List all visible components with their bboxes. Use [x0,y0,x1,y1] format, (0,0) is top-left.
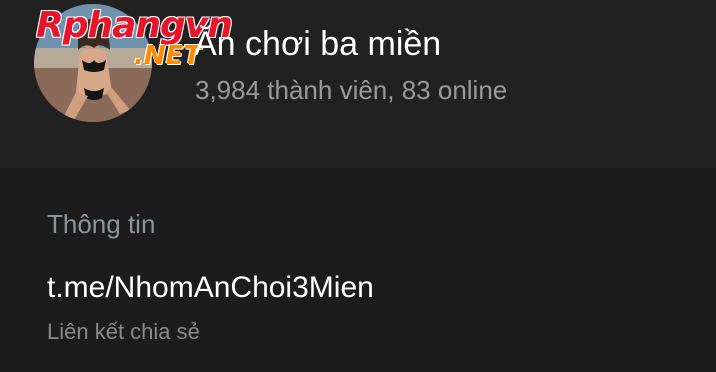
chat-info-screen: Rphangvn .NET Ăn chơi ba miền 3,984 thàn… [0,0,716,372]
share-link[interactable]: t.me/NhomAnChoi3Mien [47,270,374,306]
member-count: 3,984 thành viên, 83 online [195,75,508,105]
avatar-photo-icon [34,4,152,122]
info-section: Thông tin t.me/NhomAnChoi3Mien Liên kết … [0,168,716,372]
group-avatar[interactable] [34,4,152,122]
share-link-caption: Liên kết chia sẻ [47,319,200,344]
info-heading: Thông tin [47,209,156,239]
chat-title: Ăn chơi ba miền [194,25,442,63]
chat-header: Rphangvn .NET Ăn chơi ba miền 3,984 thàn… [0,0,716,168]
